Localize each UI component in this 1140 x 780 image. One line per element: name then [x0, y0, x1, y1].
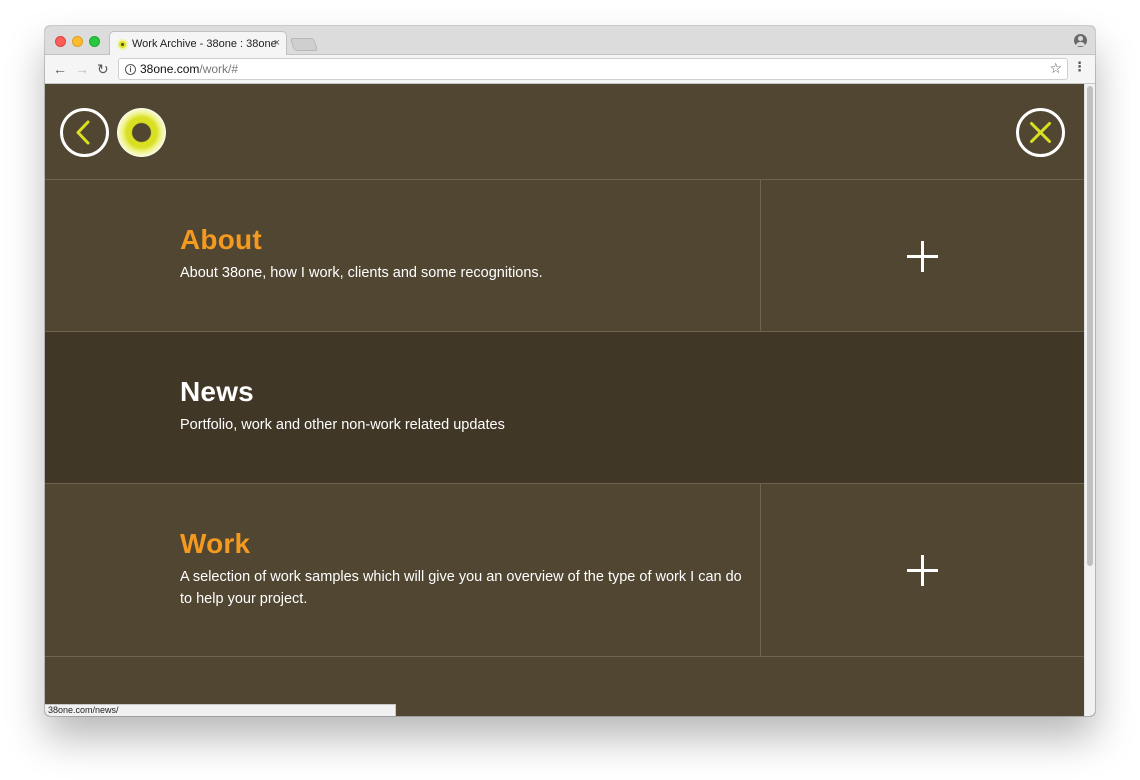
url-host: 38one.com [140, 62, 200, 76]
info-icon[interactable]: i [125, 64, 136, 75]
expand-work-button[interactable] [760, 484, 1084, 656]
favicon-icon [117, 39, 128, 50]
expand-about-button[interactable] [760, 180, 1084, 331]
address-bar[interactable]: i 38one.com/work/# ☆ [118, 58, 1068, 80]
menu-item-work[interactable]: Work A selection of work samples which w… [45, 484, 1084, 657]
url-text: 38one.com/work/# [140, 62, 238, 76]
page-viewport: About About 38one, how I work, clients a… [45, 84, 1095, 716]
back-arrow-icon[interactable]: ← [53, 60, 67, 78]
section-title[interactable]: About [180, 224, 262, 256]
browser-toolbar: ← → ↻ i 38one.com/work/# ☆ ⋮ [45, 55, 1095, 84]
page-content: About About 38one, how I work, clients a… [45, 84, 1084, 716]
status-bar: 38one.com/news/ [45, 704, 396, 716]
section-description: About 38one, how I work, clients and som… [180, 265, 543, 281]
scrollbar-thumb[interactable] [1087, 86, 1093, 566]
plus-icon [907, 241, 938, 272]
section-title[interactable]: Work [180, 528, 250, 560]
close-x-icon [1030, 122, 1051, 143]
menu-item-news[interactable]: News Portfolio, work and other non-work … [45, 332, 1084, 484]
menu-icon[interactable]: ⋮ [1073, 60, 1086, 74]
close-menu-button[interactable] [1016, 108, 1065, 157]
star-icon[interactable]: ☆ [1049, 60, 1062, 77]
section-description: A selection of work samples which will g… [180, 569, 742, 607]
section-description: Portfolio, work and other non-work relat… [180, 417, 505, 433]
browser-window: Work Archive - 38one : 38one × ← → ↻ i 3… [45, 26, 1095, 716]
tab-close-icon[interactable]: × [274, 37, 280, 49]
site-header [45, 84, 1084, 180]
back-button[interactable] [60, 108, 109, 157]
tab-strip: Work Archive - 38one : 38one × [45, 26, 1095, 56]
back-chevron-icon [76, 120, 90, 145]
section-title[interactable]: News [180, 376, 254, 408]
screen: Work Archive - 38one : 38one × ← → ↻ i 3… [0, 0, 1140, 780]
vertical-scrollbar[interactable] [1084, 84, 1095, 716]
forward-arrow-icon[interactable]: → [75, 60, 89, 78]
reload-icon[interactable]: ↻ [97, 60, 109, 78]
profile-icon[interactable] [1074, 34, 1087, 47]
menu-item-about[interactable]: About About 38one, how I work, clients a… [45, 180, 1084, 332]
tab-title: Work Archive - 38one : 38one [132, 38, 277, 50]
zoom-window-button[interactable] [89, 36, 100, 47]
logo[interactable] [117, 108, 166, 157]
plus-icon [907, 555, 938, 586]
new-tab-button[interactable] [289, 38, 319, 51]
close-window-button[interactable] [55, 36, 66, 47]
minimize-window-button[interactable] [72, 36, 83, 47]
url-path: /work/# [199, 62, 239, 76]
browser-tab[interactable]: Work Archive - 38one : 38one × [109, 31, 287, 56]
